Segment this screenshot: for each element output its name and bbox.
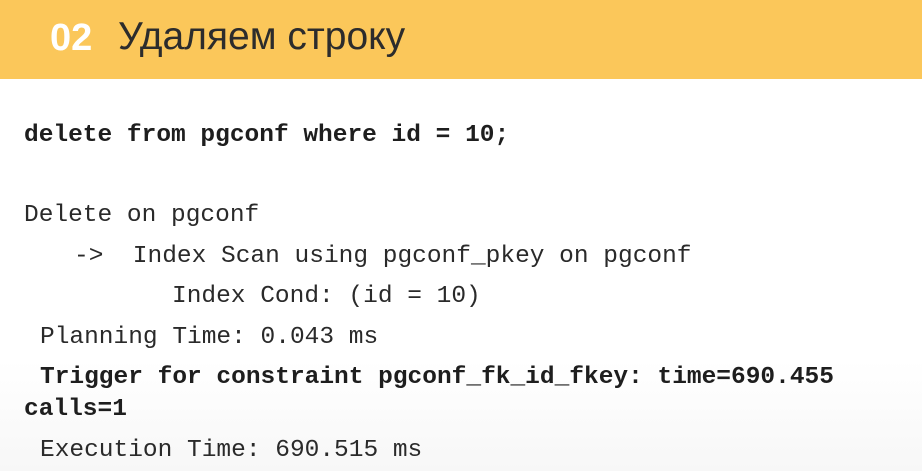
trigger-calls: calls=1 xyxy=(24,396,127,423)
slide-title: Удаляем строку xyxy=(118,15,406,58)
trigger-time: Trigger for constraint pgconf_fk_id_fkey… xyxy=(40,364,834,391)
plan-index-cond: Index Cond: (id = 10) xyxy=(172,283,481,310)
plan-index-scan-node: -> Index Scan using pgconf_pkey on pgcon… xyxy=(74,243,692,270)
slide-header: 02 Удаляем строку xyxy=(0,0,922,79)
execution-time: Execution Time: 690.515 ms xyxy=(40,437,423,464)
slide-number: 02 xyxy=(50,17,93,59)
slide: 02 Удаляем строку delete from pgconf whe… xyxy=(0,0,922,471)
plan-delete-node: Delete on pgconf xyxy=(24,202,260,229)
planning-time: Planning Time: 0.043 ms xyxy=(40,324,379,351)
sql-query: delete from pgconf where id = 10; xyxy=(24,122,510,149)
